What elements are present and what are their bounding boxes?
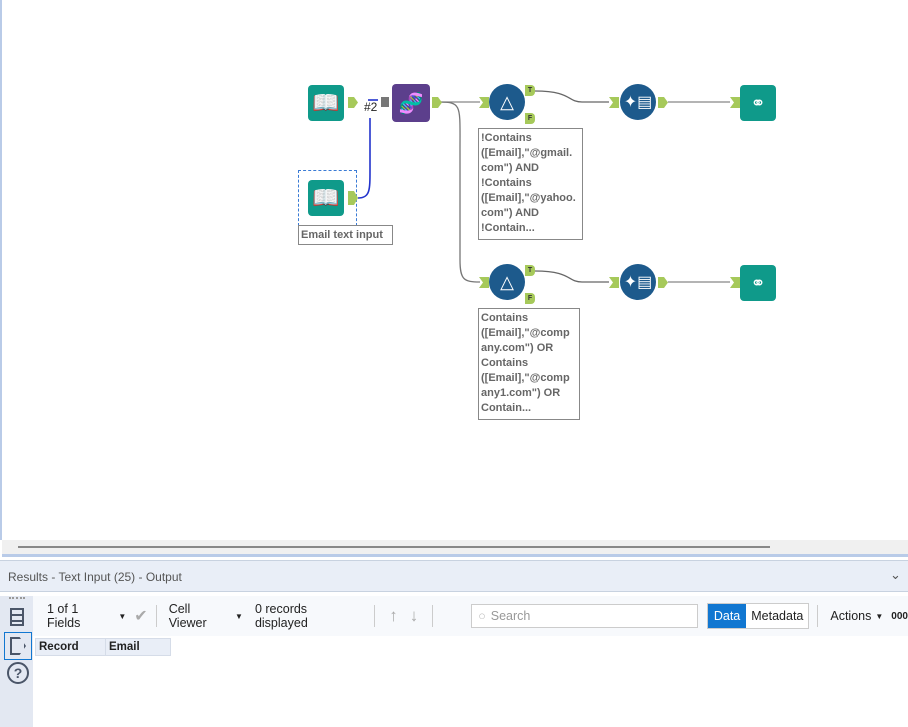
binoculars-icon: ⚭ xyxy=(750,272,766,293)
filter-annotation: Contains ([Email],"@comp any.com") OR Co… xyxy=(478,308,580,420)
book-icon: 📖 xyxy=(312,185,340,210)
browse-tool[interactable]: ⚭ xyxy=(740,265,776,301)
search-placeholder: Search xyxy=(490,609,531,623)
filter-tool[interactable]: △ xyxy=(489,264,525,300)
tab-data[interactable]: Data xyxy=(707,604,747,628)
binoculars-icon: ⚭ xyxy=(750,92,766,113)
tool-annotation: Email text input xyxy=(298,225,393,245)
divider xyxy=(155,605,157,627)
records-count: 0 records displayed xyxy=(254,602,308,630)
text-input-tool[interactable]: 📖 xyxy=(308,85,344,121)
text-input-tool[interactable]: 📖 xyxy=(308,180,344,216)
input-anchor[interactable] xyxy=(381,97,389,107)
results-sidebar: ? xyxy=(0,596,33,727)
book-icon: 📖 xyxy=(312,90,340,115)
sparkle-table-icon: ✦▤ xyxy=(623,94,653,111)
dropdown-arrow-icon[interactable]: ▼ xyxy=(235,612,243,621)
workflow-canvas[interactable]: 📖 #2 🧬 △ T F !Contains ([Email],"@gmail.… xyxy=(0,0,908,540)
false-anchor[interactable]: F xyxy=(525,293,535,304)
horizontal-scrollbar[interactable] xyxy=(2,540,908,557)
results-title: Results - Text Input (25) - Output xyxy=(8,570,182,584)
connection-count: #2 xyxy=(364,100,378,114)
filter-prism-icon: △ xyxy=(500,271,514,292)
results-toolbar: 1 of 1 Fields ▼ ✔ Cell Viewer ▼ 0 record… xyxy=(33,596,908,636)
output-anchor-button[interactable] xyxy=(4,632,32,660)
collapse-chevron-icon[interactable]: ⌄ xyxy=(890,567,901,583)
actions-dropdown[interactable]: Actions xyxy=(830,609,871,623)
formula-tool[interactable]: 🧬 xyxy=(392,84,430,122)
scrollbar-thumb[interactable] xyxy=(18,546,770,548)
column-header-email[interactable]: Email xyxy=(106,639,143,655)
overflow-button[interactable]: 000 xyxy=(891,611,908,622)
results-header: Results - Text Input (25) - Output ⌄ xyxy=(0,560,908,592)
true-anchor[interactable]: T xyxy=(525,265,535,276)
help-icon[interactable]: ? xyxy=(7,662,29,684)
sparkle-table-icon: ✦▤ xyxy=(623,274,653,291)
data-cleansing-tool[interactable]: ✦▤ xyxy=(620,84,656,120)
list-view-icon[interactable] xyxy=(10,608,24,626)
cell-viewer-dropdown[interactable]: Cell Viewer xyxy=(169,602,231,630)
dropdown-arrow-icon[interactable]: ▼ xyxy=(875,612,883,621)
divider xyxy=(432,605,434,627)
tab-metadata[interactable]: Metadata xyxy=(746,604,809,628)
true-anchor[interactable]: T xyxy=(525,85,535,96)
filter-annotation: !Contains ([Email],"@gmail. com") AND !C… xyxy=(478,128,583,240)
fields-dropdown[interactable]: 1 of 1 Fields xyxy=(47,602,114,630)
arrow-down-icon[interactable]: ↓ xyxy=(410,606,419,626)
column-header-record[interactable]: Record xyxy=(36,639,106,655)
search-input[interactable]: ○ Search xyxy=(471,604,698,628)
arrow-up-icon[interactable]: ↑ xyxy=(389,606,398,626)
anchor-icon xyxy=(10,637,26,655)
divider xyxy=(817,605,819,627)
table-header: Record Email xyxy=(35,638,171,656)
divider xyxy=(374,605,376,627)
grip-icon[interactable] xyxy=(9,597,25,599)
browse-tool[interactable]: ⚭ xyxy=(740,85,776,121)
filter-prism-icon: △ xyxy=(500,91,514,112)
data-cleansing-tool[interactable]: ✦▤ xyxy=(620,264,656,300)
false-anchor[interactable]: F xyxy=(525,113,535,124)
dna-icon: 🧬 xyxy=(398,92,424,115)
search-icon: ○ xyxy=(478,609,486,623)
checkmark-icon[interactable]: ✔ xyxy=(134,606,147,626)
dropdown-arrow-icon[interactable]: ▼ xyxy=(118,612,126,621)
filter-tool[interactable]: △ xyxy=(489,84,525,120)
